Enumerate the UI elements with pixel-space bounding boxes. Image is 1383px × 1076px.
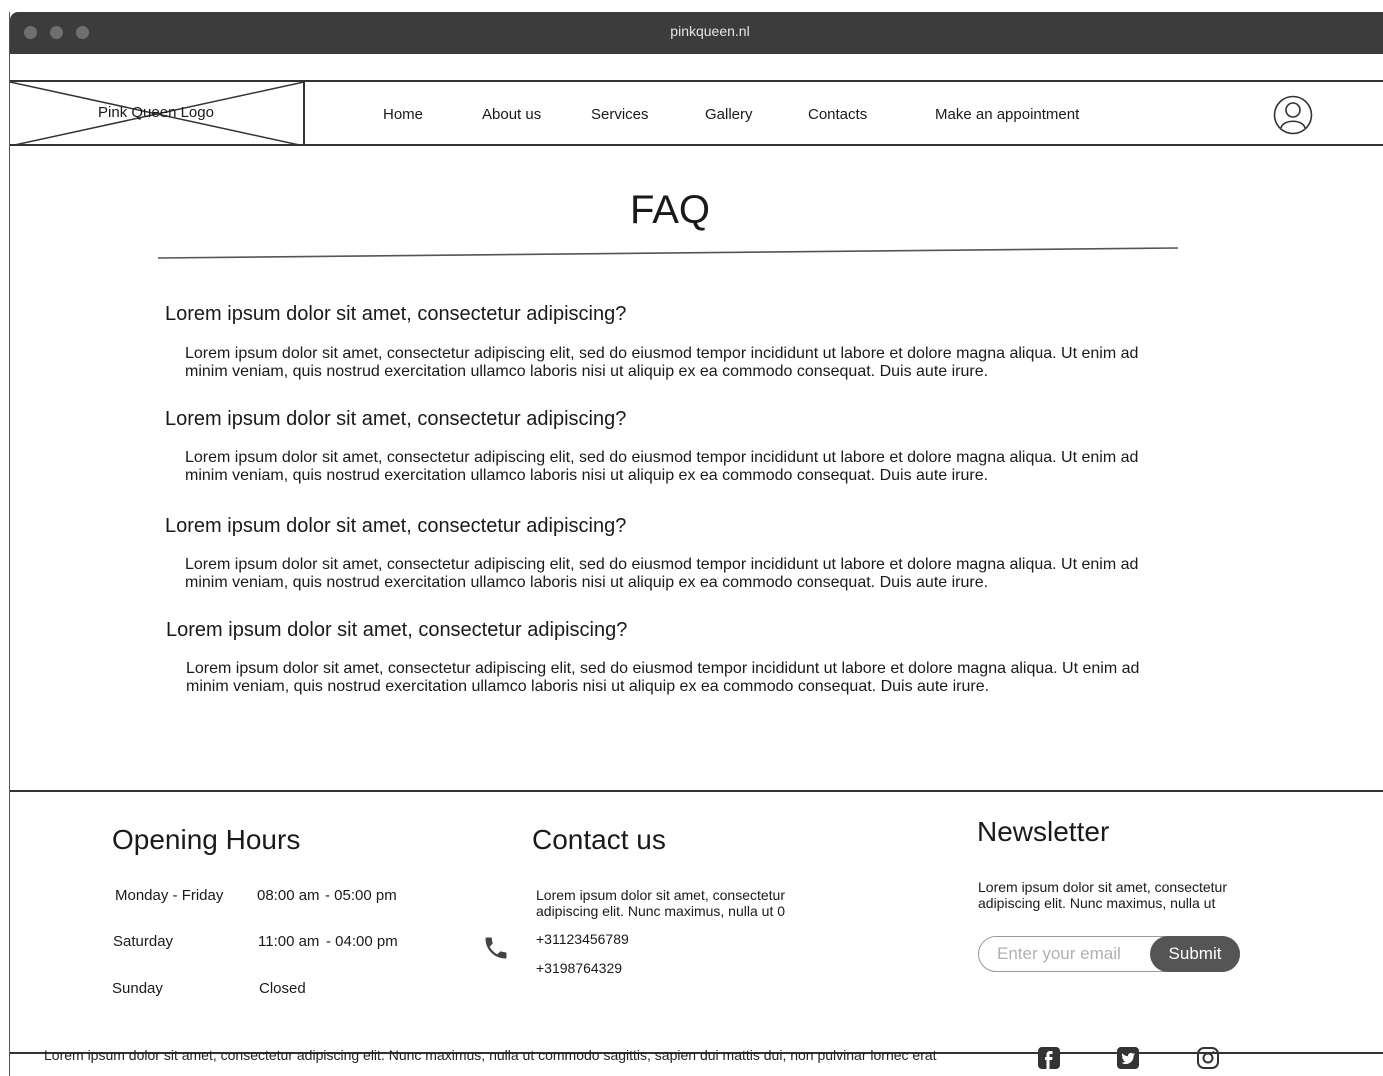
nav-services[interactable]: Services bbox=[591, 106, 649, 123]
browser-titlebar: pinkqueen.nl bbox=[10, 12, 1383, 54]
site-logo[interactable]: Pink Queen Logo bbox=[10, 82, 305, 146]
hours-close-weekdays: - 05:00 pm bbox=[325, 887, 397, 904]
newsletter-title: Newsletter bbox=[977, 816, 1110, 847]
faq-answer-1: Lorem ipsum dolor sit amet, consectetur … bbox=[185, 345, 1139, 380]
nav-about-us[interactable]: About us bbox=[482, 106, 541, 123]
newsletter-submit-button[interactable]: Submit bbox=[1150, 936, 1240, 972]
faq-question-3[interactable]: Lorem ipsum dolor sit amet, consectetur … bbox=[165, 515, 626, 538]
page-title: FAQ bbox=[629, 188, 711, 232]
logo-text: Pink Queen Logo bbox=[98, 104, 214, 121]
hours-day-weekdays: Monday - Friday bbox=[115, 887, 224, 904]
newsletter-email-input[interactable] bbox=[997, 944, 1147, 964]
hours-day-saturday: Saturday bbox=[113, 933, 174, 950]
browser-url: pinkqueen.nl bbox=[670, 23, 750, 39]
faq-question-2[interactable]: Lorem ipsum dolor sit amet, consectetur … bbox=[165, 408, 626, 431]
instagram-icon[interactable] bbox=[1196, 1046, 1220, 1070]
contact-text-line1: Lorem ipsum dolor sit amet, consectetur bbox=[536, 887, 785, 903]
hours-open-saturday: 11:00 am bbox=[258, 933, 320, 950]
site-header: Pink Queen Logo Home About us Services G… bbox=[10, 80, 1383, 146]
hours-day-sunday: Sunday bbox=[112, 980, 163, 997]
opening-hours-title: Opening Hours bbox=[112, 824, 301, 855]
nav-home[interactable]: Home bbox=[383, 106, 423, 123]
contact-text-line2: adipiscing elit. Nunc maximus, nulla ut … bbox=[536, 903, 786, 919]
browser-window: pinkqueen.nl Pink Queen Logo Home About … bbox=[9, 12, 1383, 1076]
nav-gallery[interactable]: Gallery bbox=[705, 106, 753, 123]
contact-us-title: Contact us bbox=[532, 824, 666, 855]
contact-phone-2[interactable]: +3198764329 bbox=[536, 960, 622, 976]
hours-close-saturday: - 04:00 pm bbox=[326, 933, 398, 950]
twitter-icon[interactable] bbox=[1116, 1046, 1140, 1070]
faq-question-4[interactable]: Lorem ipsum dolor sit amet, consectetur … bbox=[166, 619, 627, 642]
site-footer: Opening Hours Monday - Friday 08:00 am -… bbox=[10, 790, 1383, 1054]
hours-sunday-closed: Closed bbox=[259, 980, 306, 997]
newsletter-form: Submit bbox=[978, 936, 1240, 972]
nav-make-appointment[interactable]: Make an appointment bbox=[935, 106, 1079, 123]
hours-open-weekdays: 08:00 am bbox=[257, 887, 320, 904]
user-icon[interactable] bbox=[1273, 95, 1313, 135]
footer-bottom-text: Lorem ipsum dolor sit amet, consectetur … bbox=[44, 1047, 937, 1063]
faq-answer-4: Lorem ipsum dolor sit amet, consectetur … bbox=[186, 660, 1140, 695]
title-divider bbox=[158, 247, 1179, 259]
faq-answer-3: Lorem ipsum dolor sit amet, consectetur … bbox=[185, 556, 1139, 591]
phone-icon bbox=[485, 937, 507, 959]
faq-answer-2: Lorem ipsum dolor sit amet, consectetur … bbox=[185, 449, 1139, 484]
newsletter-text-line2: adipiscing elit. Nunc maximus, nulla ut bbox=[978, 895, 1216, 911]
facebook-icon[interactable] bbox=[1037, 1046, 1061, 1070]
faq-question-1[interactable]: Lorem ipsum dolor sit amet, consectetur … bbox=[165, 303, 626, 326]
nav-contacts[interactable]: Contacts bbox=[808, 106, 867, 123]
newsletter-text-line1: Lorem ipsum dolor sit amet, consectetur bbox=[978, 879, 1227, 895]
contact-phone-1[interactable]: +31123456789 bbox=[536, 931, 629, 947]
